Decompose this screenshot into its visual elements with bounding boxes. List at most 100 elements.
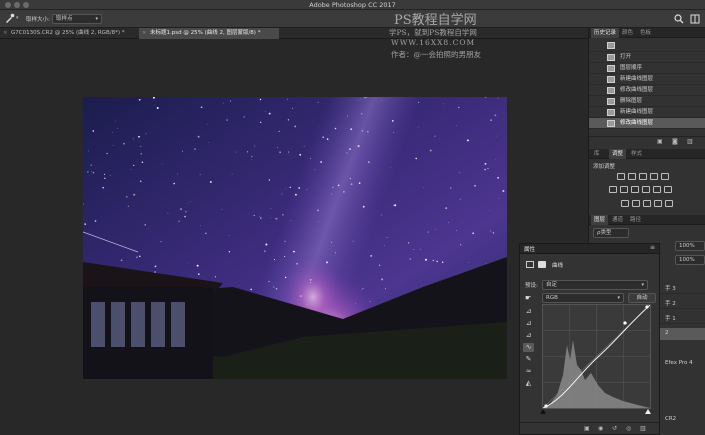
set-white-point-eyedropper-icon[interactable]: ⊿ xyxy=(523,331,534,340)
star xyxy=(154,104,155,106)
edit-points-curve-icon[interactable]: ∿ xyxy=(523,343,534,352)
levels-icon[interactable] xyxy=(627,173,636,180)
layer-row-selected[interactable]: 2 xyxy=(660,328,705,340)
trash-icon[interactable]: ▥ xyxy=(640,425,646,432)
clipping-warning-icon[interactable]: ◭ xyxy=(523,379,534,388)
history-item[interactable]: 新建曲线图层 xyxy=(589,74,705,85)
auto-button[interactable]: 自动 xyxy=(628,293,656,303)
view-previous-icon[interactable]: ◉ xyxy=(598,425,603,432)
star xyxy=(178,220,180,223)
history-item[interactable]: 打开 xyxy=(589,52,705,63)
set-black-point-eyedropper-icon[interactable]: ⊿ xyxy=(523,307,534,316)
posterize-icon[interactable] xyxy=(631,200,640,207)
photo-filter-icon[interactable] xyxy=(641,186,650,193)
smooth-curve-icon[interactable]: ≈ xyxy=(523,367,534,376)
camera-icon[interactable]: ◙ xyxy=(672,138,678,145)
star xyxy=(90,164,92,166)
star xyxy=(185,211,187,213)
opacity-field[interactable]: 100% xyxy=(675,241,705,251)
tab-channels[interactable]: 通道 xyxy=(609,215,626,225)
set-gray-point-eyedropper-icon[interactable]: ⊿ xyxy=(523,319,534,328)
tab-layers[interactable]: 图层 xyxy=(591,215,609,225)
star xyxy=(90,171,92,173)
color-balance-icon[interactable] xyxy=(619,186,628,193)
star xyxy=(432,259,434,262)
white-point-slider[interactable] xyxy=(645,409,651,414)
brightness-icon[interactable] xyxy=(616,173,625,180)
search-icon[interactable] xyxy=(674,14,684,24)
history-item[interactable]: 新建曲线图层 xyxy=(589,107,705,118)
tab-color[interactable]: 颜色 xyxy=(619,28,636,38)
reset-icon[interactable]: ↺ xyxy=(612,425,617,432)
gradient-map-icon[interactable] xyxy=(653,200,662,207)
clip-to-layer-icon[interactable]: ▣ xyxy=(584,425,590,432)
sample-size-select[interactable]: 取样点 ▾ xyxy=(52,14,102,24)
draw-curve-pencil-icon[interactable]: ✎ xyxy=(523,355,534,364)
close-tab-icon[interactable]: × xyxy=(3,28,8,39)
document-tab-cr2[interactable]: × G7C0130S.CR2 @ 25% (曲线 2, RGB/8*) * xyxy=(0,28,138,39)
vibrance-icon[interactable] xyxy=(660,173,669,180)
curve-point xyxy=(544,404,548,408)
history-item-snapshot[interactable] xyxy=(589,40,705,52)
star xyxy=(112,132,114,133)
threshold-icon[interactable] xyxy=(642,200,651,207)
new-document-icon[interactable]: ▣ xyxy=(657,138,663,145)
layer-row[interactable]: 手 3 xyxy=(660,284,705,294)
history-item-label: 图层顺序 xyxy=(620,65,643,71)
tab-paths[interactable]: 路径 xyxy=(627,215,644,225)
exposure-icon[interactable] xyxy=(649,173,658,180)
star xyxy=(104,177,106,179)
layer-row[interactable]: CR2 xyxy=(660,414,705,424)
selective-color-icon[interactable] xyxy=(664,200,673,207)
star xyxy=(177,173,179,175)
tab-swatches[interactable]: 色板 xyxy=(637,28,654,38)
curves-icon[interactable] xyxy=(638,173,647,180)
star xyxy=(284,276,287,279)
star xyxy=(381,214,383,216)
history-item[interactable]: 修改曲线图层 xyxy=(589,85,705,96)
star xyxy=(226,119,228,121)
black-white-icon[interactable] xyxy=(630,186,639,193)
chevron-down-icon: ▾ xyxy=(641,282,644,288)
history-item[interactable]: 删除图层 xyxy=(589,96,705,107)
tool-preset-arrow-icon[interactable]: ▾ xyxy=(16,15,19,21)
tab-libraries[interactable]: 库 xyxy=(591,149,603,159)
tab-history[interactable]: 历史记录 xyxy=(591,28,620,38)
close-tab-icon[interactable]: × xyxy=(142,28,147,39)
channel-mixer-icon[interactable] xyxy=(652,186,661,193)
layer-row[interactable]: 手 2 xyxy=(660,299,705,309)
star xyxy=(292,107,293,109)
star xyxy=(495,135,497,137)
preset-select[interactable]: 自定 ▾ xyxy=(542,280,648,290)
trash-icon[interactable]: ▥ xyxy=(687,138,693,145)
star xyxy=(190,200,191,202)
star xyxy=(112,145,114,147)
document-tab-psd[interactable]: × 未标题1.psd @ 25% (曲线 2, 图层蒙版/8) * xyxy=(139,28,279,39)
history-item[interactable]: 图层顺序 xyxy=(589,63,705,74)
hue-saturation-icon[interactable] xyxy=(608,186,617,193)
eyedropper-tool-icon[interactable] xyxy=(4,13,15,24)
watermark-url: WWW.16XX8.COM xyxy=(391,38,476,47)
hand-target-icon[interactable]: ☛ xyxy=(525,294,531,302)
tab-adjustments[interactable]: 调整 xyxy=(609,149,627,159)
visibility-icon[interactable]: ◎ xyxy=(626,425,631,432)
black-point-slider[interactable] xyxy=(540,409,546,414)
star xyxy=(369,301,371,302)
invert-icon[interactable] xyxy=(620,200,629,207)
layer-row[interactable]: Efex Pro 4 xyxy=(660,358,705,368)
color-lookup-icon[interactable] xyxy=(663,186,672,193)
fill-field[interactable]: 100% xyxy=(675,255,705,265)
history-item-selected[interactable]: 修改曲线图层 xyxy=(589,118,705,129)
panel-menu-icon[interactable]: ≡ xyxy=(650,244,655,251)
star xyxy=(133,164,135,166)
document-canvas-image[interactable] xyxy=(83,97,507,379)
layer-row[interactable]: 手 1 xyxy=(660,314,705,324)
star xyxy=(125,195,128,198)
channel-select[interactable]: RGB ▾ xyxy=(542,293,624,303)
layer-mask-icon[interactable] xyxy=(538,261,546,268)
star xyxy=(384,245,385,246)
layer-kind-filter[interactable]: ρ类型 xyxy=(593,228,629,238)
workspace-icon[interactable] xyxy=(690,14,700,24)
tab-styles[interactable]: 样式 xyxy=(628,149,645,159)
curves-graph[interactable] xyxy=(542,304,651,409)
